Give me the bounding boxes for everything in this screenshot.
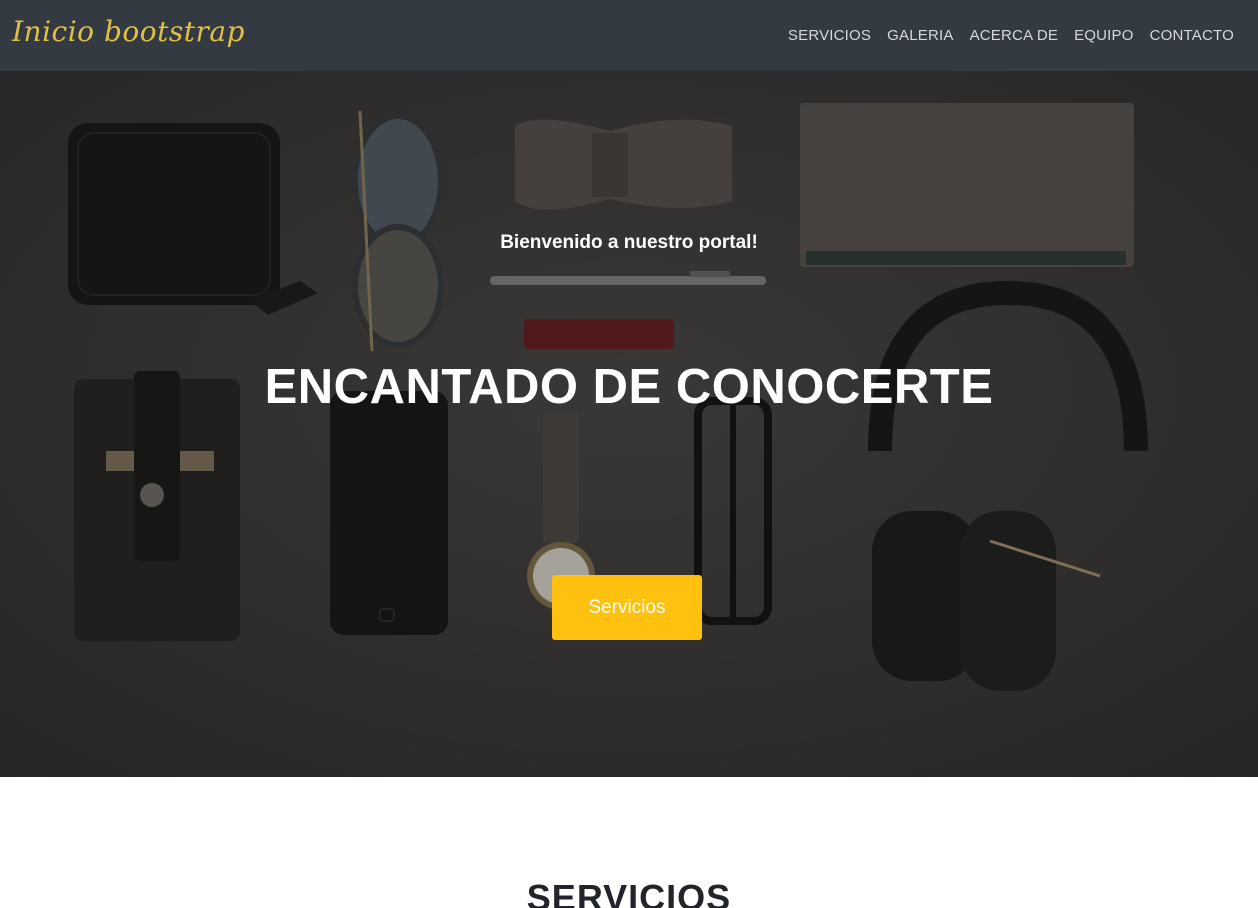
services-section: SERVICIOS [0, 777, 1258, 908]
nav-link-galeria[interactable]: GALERIA [887, 27, 953, 44]
hero-title: ENCANTADO DE CONOCERTE [264, 360, 994, 414]
nav-link-contacto[interactable]: CONTACTO [1150, 27, 1234, 44]
nav-link-equipo[interactable]: EQUIPO [1074, 27, 1134, 44]
hero-background-image [0, 71, 1258, 777]
servicios-button[interactable]: Servicios [552, 575, 702, 640]
section-heading: SERVICIOS [526, 877, 732, 908]
hero-section: Bienvenido a nuestro portal! ENCANTADO D… [0, 71, 1258, 777]
nav-menu: SERVICIOS GALERIA ACERCA DE EQUIPO CONTA… [788, 0, 1234, 71]
navbar: Inicio bootstrap SERVICIOS GALERIA ACERC… [0, 0, 1258, 71]
nav-link-acerca-de[interactable]: ACERCA DE [970, 27, 1059, 44]
hero-subtitle: Bienvenido a nuestro portal! [500, 232, 758, 253]
brand-logo-link[interactable]: Inicio bootstrap [12, 4, 245, 60]
nav-link-servicios[interactable]: SERVICIOS [788, 27, 871, 44]
